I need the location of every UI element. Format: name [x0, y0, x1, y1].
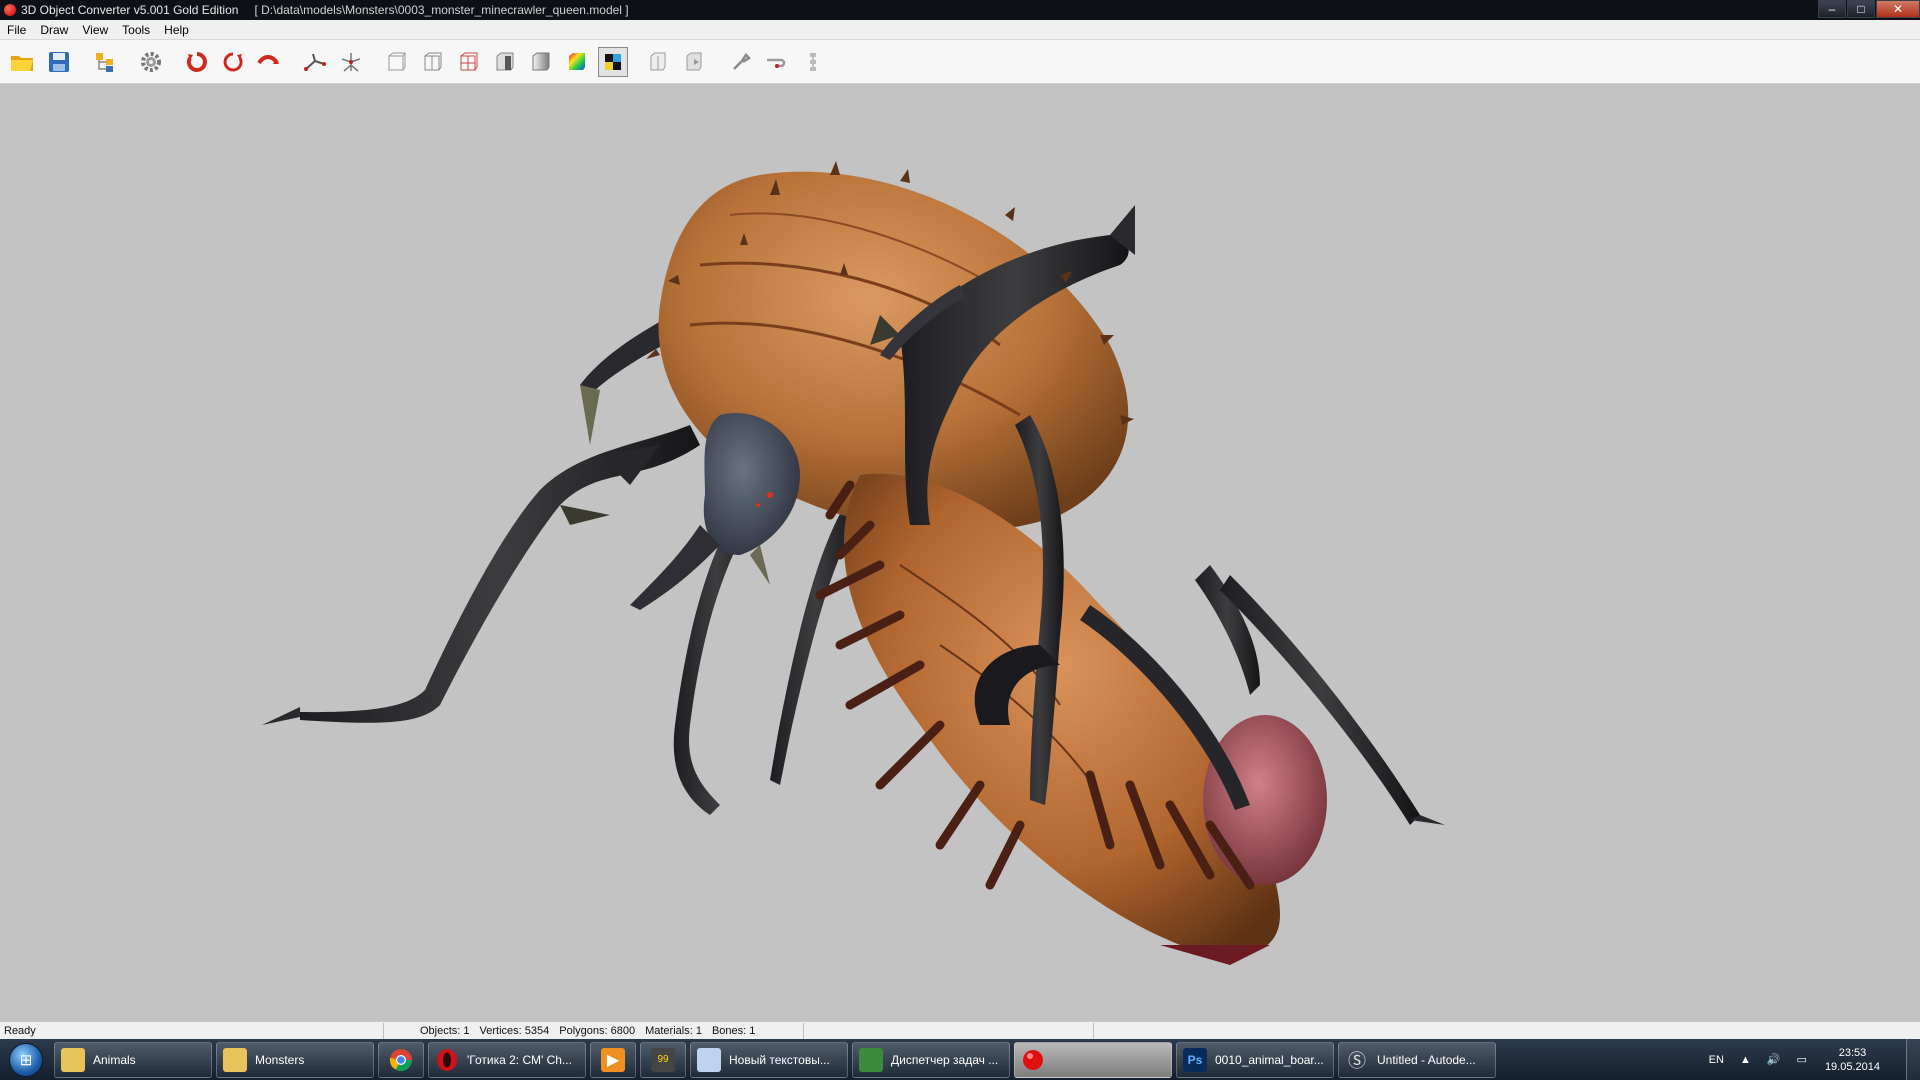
- taskbar: ⊞ Animals Monsters 'Готика 2: СМ' Ch... …: [0, 1039, 1920, 1080]
- maximize-button[interactable]: □: [1847, 0, 1875, 18]
- toolbar: [0, 40, 1920, 84]
- task-monsters[interactable]: Monsters: [216, 1041, 374, 1078]
- open-folder-icon[interactable]: [8, 47, 38, 77]
- volume-icon[interactable]: 🔊: [1767, 1053, 1781, 1066]
- clock[interactable]: 23:53 19.05.2014: [1825, 1046, 1880, 1074]
- wireframe-red-icon[interactable]: [454, 47, 484, 77]
- status-empty-2: [1094, 1023, 1920, 1039]
- window-controls: – □ ✕: [1817, 0, 1920, 20]
- task-task-manager[interactable]: Диспетчер задач ...: [852, 1041, 1010, 1078]
- app-icon[interactable]: [4, 4, 16, 16]
- color-icon[interactable]: [562, 47, 592, 77]
- opera-icon: [435, 1048, 459, 1072]
- title-bar: 3D Object Converter v5.001 Gold Edition …: [0, 0, 1920, 20]
- solid-icon[interactable]: [490, 47, 520, 77]
- rotate-y-icon[interactable]: [218, 47, 248, 77]
- media-player-icon: ▶: [601, 1047, 625, 1072]
- object-tree-icon[interactable]: [90, 47, 120, 77]
- task-notepad[interactable]: Новый текстовы...: [690, 1041, 848, 1078]
- clock-time: 23:53: [1838, 1046, 1867, 1059]
- texture-checker-icon[interactable]: [598, 46, 628, 77]
- settings-gear-icon[interactable]: [136, 47, 166, 77]
- menu-view[interactable]: View: [75, 23, 115, 37]
- monster-model: [262, 161, 1445, 965]
- status-bar: Ready Objects: 1 Vertices: 5354 Polygons…: [0, 1021, 1920, 1039]
- wireframe-front-icon[interactable]: [382, 47, 412, 77]
- polygons-count: Polygons: 6800: [559, 1024, 636, 1037]
- tool-icon[interactable]: [726, 47, 756, 77]
- task-opera[interactable]: 'Готика 2: СМ' Ch...: [428, 1041, 586, 1078]
- folder-icon: [223, 1047, 247, 1072]
- bone-icon[interactable]: [300, 47, 330, 77]
- smooth-shaded-icon[interactable]: [526, 47, 556, 77]
- vertices-count: Vertices: 5354: [479, 1024, 550, 1037]
- clock-date: 19.05.2014: [1824, 1060, 1880, 1073]
- minimize-button[interactable]: –: [1818, 0, 1846, 18]
- task-3dsmax[interactable]: Ⓢ Untitled - Autode...: [1338, 1041, 1496, 1078]
- window-title: 3D Object Converter v5.001 Gold Edition: [21, 3, 239, 17]
- flip-icon[interactable]: [644, 47, 674, 77]
- tray-expand-icon[interactable]: ▲: [1740, 1054, 1751, 1066]
- network-icon[interactable]: ▭: [1797, 1053, 1807, 1066]
- status-state: Ready: [0, 1022, 384, 1039]
- task-winamp[interactable]: 99: [640, 1041, 686, 1078]
- menu-draw[interactable]: Draw: [33, 23, 75, 37]
- notepad-icon: [697, 1047, 721, 1072]
- start-button[interactable]: ⊞: [4, 1040, 48, 1079]
- task-media-player[interactable]: ▶: [590, 1041, 636, 1078]
- language-indicator[interactable]: EN: [1709, 1054, 1724, 1066]
- model-stats: Objects: 1 Vertices: 5354 Polygons: 6800…: [384, 1022, 804, 1039]
- chrome-icon: [389, 1048, 413, 1072]
- file-path: [ D:\data\models\Monsters\0003_monster_m…: [254, 3, 629, 17]
- menu-bar: File Draw View Tools Help: [0, 20, 1920, 40]
- objects-count: Objects: 1: [420, 1024, 470, 1037]
- task-animals[interactable]: Animals: [54, 1041, 212, 1078]
- folder-icon: [61, 1047, 85, 1072]
- menu-file[interactable]: File: [0, 23, 33, 37]
- save-icon[interactable]: [44, 47, 74, 77]
- windows-logo-icon: ⊞: [9, 1042, 43, 1077]
- task-3d-converter[interactable]: [1014, 1041, 1172, 1078]
- 3d-viewport[interactable]: [0, 85, 1920, 1021]
- skeleton-icon[interactable]: [336, 47, 366, 77]
- task-manager-icon: [859, 1047, 883, 1072]
- converter-icon: [1021, 1048, 1045, 1072]
- photoshop-icon: Ps: [1183, 1047, 1207, 1072]
- status-empty-1: [804, 1022, 1094, 1039]
- bones-count: Bones: 1: [711, 1024, 756, 1037]
- task-photoshop[interactable]: Ps 0010_animal_boar...: [1176, 1041, 1334, 1078]
- mirror-icon[interactable]: [680, 47, 710, 77]
- wireframe-side-icon[interactable]: [418, 47, 448, 77]
- hierarchy-icon[interactable]: [798, 47, 828, 77]
- menu-help[interactable]: Help: [157, 23, 196, 37]
- show-desktop-button[interactable]: [1906, 1039, 1920, 1080]
- rotate-x-icon[interactable]: [182, 47, 212, 77]
- task-chrome[interactable]: [378, 1041, 424, 1078]
- system-tray: EN ▲ 🔊 ▭ 23:53 19.05.2014: [1701, 1039, 1920, 1080]
- rotate-z-icon[interactable]: [254, 47, 284, 77]
- 3dsmax-icon: Ⓢ: [1348, 1050, 1366, 1071]
- winamp-icon: 99: [651, 1047, 675, 1072]
- close-button[interactable]: ✕: [1876, 0, 1920, 18]
- materials-count: Materials: 1: [645, 1024, 702, 1037]
- link-icon[interactable]: [762, 47, 792, 77]
- menu-tools[interactable]: Tools: [115, 23, 157, 37]
